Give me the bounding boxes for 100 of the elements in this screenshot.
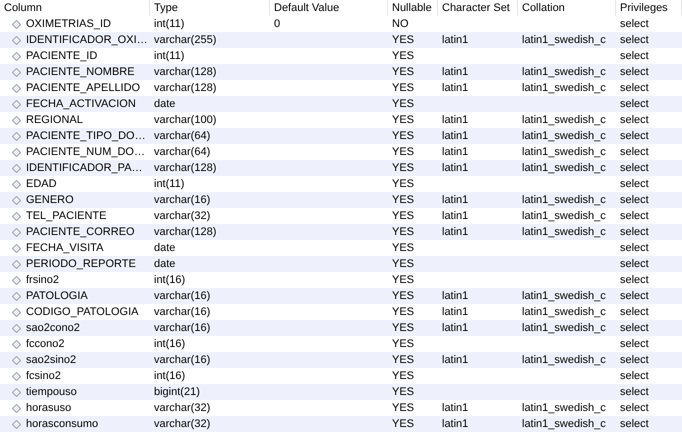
table-cell: select — [620, 274, 649, 286]
table-cell: int(16) — [154, 370, 186, 382]
table-cell: YES — [392, 226, 414, 238]
table-cell: YES — [392, 418, 414, 430]
table-cell: int(16) — [154, 338, 186, 350]
table-cell: select — [620, 162, 649, 174]
table-cell: select — [620, 114, 649, 126]
table-cell: select — [620, 402, 649, 414]
table-cell: NO — [392, 18, 408, 30]
column-name: fcsino2 — [26, 369, 61, 384]
table-cell: latin1_swedish_c — [522, 82, 606, 94]
table-cell: select — [620, 306, 649, 318]
table-cell: YES — [392, 402, 414, 414]
table-cell: varchar(100) — [154, 114, 216, 126]
table-cell: YES — [392, 66, 414, 78]
column-header[interactable]: Default Value — [270, 0, 388, 16]
table-cell: latin1 — [442, 66, 468, 78]
table-cell: select — [620, 418, 649, 430]
table-cell: select — [620, 290, 649, 302]
column-header[interactable]: Collation — [518, 0, 616, 16]
table-cell: latin1_swedish_c — [522, 306, 606, 318]
table-cell: select — [620, 66, 649, 78]
table-cell: select — [620, 258, 649, 270]
table-cell: YES — [392, 178, 414, 190]
table-cell: latin1_swedish_c — [522, 114, 606, 126]
table-cell: YES — [392, 290, 414, 302]
column-name: horasuso — [26, 401, 72, 416]
table-cell: select — [620, 146, 649, 158]
column-name: FECHA_VISITA — [26, 241, 104, 256]
table-cell: latin1 — [442, 114, 468, 126]
column-name: PACIENTE_TIPO_DO… — [26, 129, 146, 144]
table-cell: YES — [392, 322, 414, 334]
table-cell: int(16) — [154, 274, 186, 286]
table-cell: YES — [392, 50, 414, 62]
table-cell: latin1_swedish_c — [522, 226, 606, 238]
table-cell: varchar(128) — [154, 162, 216, 174]
column-header[interactable]: Type — [150, 0, 270, 16]
table-cell: latin1 — [442, 34, 468, 46]
column-name: PACIENTE_ID — [26, 49, 98, 64]
column-header[interactable]: Nullable — [388, 0, 438, 16]
table-cell: int(11) — [154, 178, 184, 190]
column-name: OXIMETRIAS_ID — [26, 17, 111, 32]
table-cell: YES — [392, 242, 414, 254]
table-cell: latin1 — [442, 82, 468, 94]
table-cell: YES — [392, 306, 414, 318]
table-cell: select — [620, 226, 649, 238]
table-cell: select — [620, 354, 649, 366]
table-cell: select — [620, 130, 649, 142]
column-header[interactable]: Privileges — [616, 0, 682, 16]
table-cell: YES — [392, 338, 414, 350]
column-name: REGIONAL — [26, 113, 83, 128]
table-cell: varchar(128) — [154, 66, 216, 78]
column-name: EDAD — [26, 177, 57, 192]
table-cell: select — [620, 338, 649, 350]
column-name: PACIENTE_CORREO — [26, 225, 135, 240]
table-cell: latin1 — [442, 290, 468, 302]
table-cell: varchar(16) — [154, 306, 210, 318]
table-cell: latin1_swedish_c — [522, 34, 606, 46]
column-header[interactable]: Column — [0, 0, 150, 16]
column-name: IDENTIFICADOR_PA… — [26, 161, 143, 176]
table-cell: latin1 — [442, 194, 468, 206]
table-cell: date — [154, 98, 176, 110]
table-cell: select — [620, 18, 649, 30]
table-cell: select — [620, 82, 649, 94]
table-cell: YES — [392, 370, 414, 382]
table-cell: select — [620, 210, 649, 222]
table-cell: latin1 — [442, 146, 468, 158]
table-cell: latin1_swedish_c — [522, 146, 606, 158]
table-cell: YES — [392, 162, 414, 174]
table-cell: varchar(32) — [154, 418, 210, 430]
column-name: sao2sino2 — [26, 353, 76, 368]
table-cell: varchar(16) — [154, 322, 210, 334]
table-cell: latin1_swedish_c — [522, 130, 606, 142]
table-cell: latin1 — [442, 402, 468, 414]
table-cell: latin1_swedish_c — [522, 66, 606, 78]
table-cell: varchar(16) — [154, 290, 210, 302]
table-cell: YES — [392, 274, 414, 286]
table-cell: int(11) — [154, 50, 184, 62]
column-name: TEL_PACIENTE — [26, 209, 106, 224]
table-cell: YES — [392, 210, 414, 222]
table-cell: select — [620, 322, 649, 334]
table-cell: varchar(32) — [154, 210, 210, 222]
column-name: horasconsumo — [26, 417, 98, 432]
table-cell: latin1 — [442, 210, 468, 222]
table-cell: YES — [392, 82, 414, 94]
table-cell: latin1_swedish_c — [522, 322, 606, 334]
table-cell: YES — [392, 354, 414, 366]
table-cell: YES — [392, 130, 414, 142]
column-header[interactable]: Character Set — [438, 0, 518, 16]
table-cell: date — [154, 258, 176, 270]
column-name: PACIENTE_NUM_DO… — [26, 145, 145, 160]
table-cell: varchar(64) — [154, 130, 210, 142]
table-cell: YES — [392, 146, 414, 158]
table-cell: YES — [392, 258, 414, 270]
column-name: PATOLOGIA — [26, 289, 88, 304]
table-cell: latin1 — [442, 130, 468, 142]
table-cell: latin1 — [442, 162, 468, 174]
table-cell: latin1 — [442, 306, 468, 318]
table-cell: latin1_swedish_c — [522, 194, 606, 206]
table-cell: select — [620, 50, 649, 62]
